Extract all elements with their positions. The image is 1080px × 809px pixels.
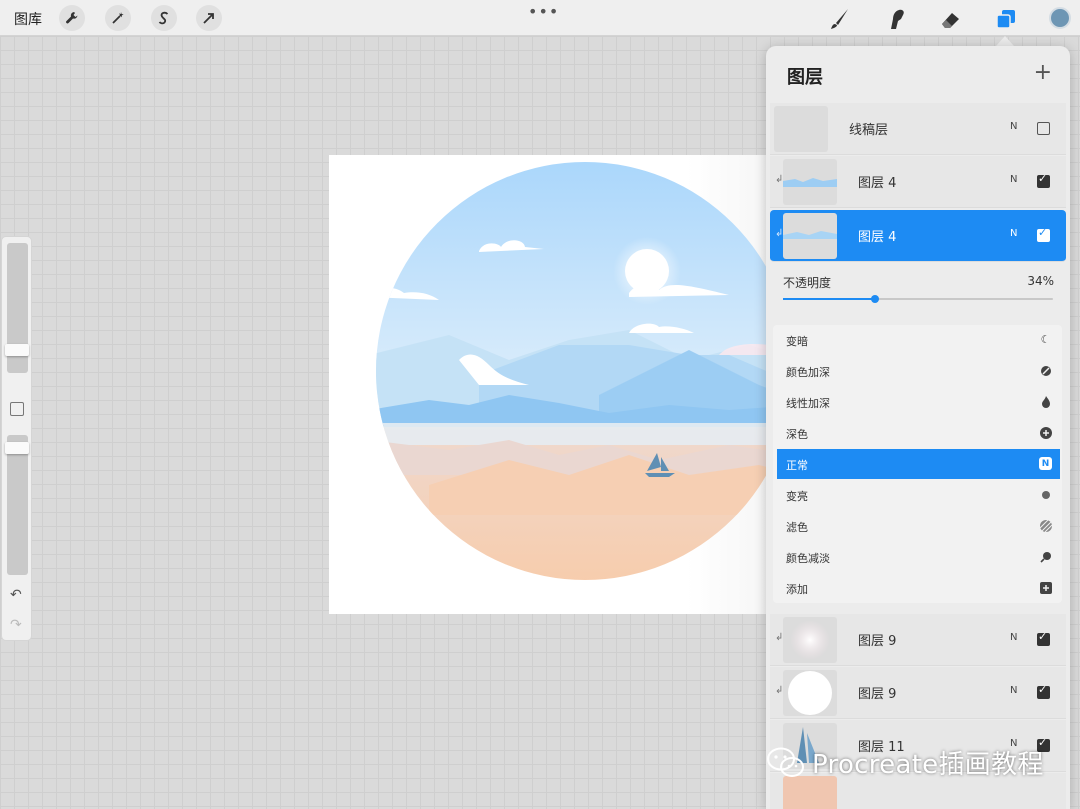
gallery-button[interactable]: 图库 xyxy=(14,9,42,29)
visibility-checkbox[interactable] xyxy=(1037,122,1050,135)
selection-s-icon[interactable] xyxy=(151,5,177,31)
layer-thumbnail xyxy=(774,106,828,152)
add-layer-button[interactable]: + xyxy=(1034,60,1052,85)
watermark-text: Procreate插画教程 xyxy=(812,750,1044,780)
blend-mode-label: 变亮 xyxy=(786,490,808,503)
layer-blend-mode[interactable]: N xyxy=(1010,174,1017,185)
plus-square-icon xyxy=(1039,581,1052,594)
modify-button[interactable] xyxy=(10,402,24,416)
layer-name: 图层 4 xyxy=(858,176,897,191)
layers-panel: 图层 + 线稿层 N ↲ 图层 4 N ↲ 图层 4 N 不透明度 34% 变暗 xyxy=(766,46,1070,809)
flame-icon xyxy=(1039,395,1052,408)
watermark: Procreate插画教程 xyxy=(766,744,1044,781)
actions-wrench-icon[interactable] xyxy=(59,5,85,31)
layer-name: 图层 9 xyxy=(858,634,897,649)
transform-arrow-icon[interactable] xyxy=(196,5,222,31)
layer-row[interactable]: ↲ 图层 9 N xyxy=(770,614,1066,666)
opacity-handle[interactable] xyxy=(5,442,29,454)
layer-blend-mode[interactable]: N xyxy=(1010,632,1017,643)
layer-row[interactable]: ↲ 图层 9 N xyxy=(770,667,1066,719)
eraser-icon[interactable] xyxy=(937,5,965,33)
layer-row[interactable]: ↲ 图层 4 N xyxy=(770,156,1066,208)
visibility-checkbox[interactable] xyxy=(1037,683,1050,699)
left-sidebar: ↶ ↷ xyxy=(1,236,32,641)
blend-mode-label: 正常 xyxy=(786,459,808,472)
blend-mode-item[interactable]: 添加 xyxy=(777,573,1060,603)
smudge-icon[interactable] xyxy=(883,5,911,33)
n-icon: N xyxy=(1039,457,1052,470)
blend-mode-label: 滤色 xyxy=(786,521,808,534)
blend-mode-label: 线性加深 xyxy=(786,397,830,410)
blend-mode-label: 深色 xyxy=(786,428,808,441)
top-toolbar: 图库 ••• xyxy=(0,0,1080,36)
artwork-canvas[interactable] xyxy=(329,155,799,614)
undo-icon[interactable]: ↶ xyxy=(10,587,22,603)
landscape-illustration xyxy=(376,162,794,580)
blend-mode-label: 变暗 xyxy=(786,335,808,348)
opacity-slider[interactable] xyxy=(783,295,1053,303)
burn-icon xyxy=(1039,364,1052,377)
layers-popover-caret xyxy=(996,36,1014,46)
layers-icon[interactable] xyxy=(992,5,1020,33)
blend-mode-item-active[interactable]: 正常 N xyxy=(777,449,1060,479)
dodge-icon xyxy=(1039,550,1052,563)
more-dots-icon[interactable]: ••• xyxy=(528,2,559,21)
redo-icon[interactable]: ↷ xyxy=(10,617,22,633)
blend-mode-item[interactable]: 变暗 ☾ xyxy=(777,325,1060,355)
layer-row[interactable]: 线稿层 N xyxy=(770,103,1066,155)
sun-icon xyxy=(1039,488,1052,501)
blend-mode-item[interactable]: 颜色加深 xyxy=(777,356,1060,386)
layer-thumbnail xyxy=(783,213,837,259)
layer-blend-mode[interactable]: N xyxy=(1010,228,1017,239)
panel-title: 图层 xyxy=(787,67,823,88)
blend-mode-item[interactable]: 深色 xyxy=(777,418,1060,448)
layer-row-selected[interactable]: ↲ 图层 4 N xyxy=(770,210,1066,262)
blend-mode-item[interactable]: 滤色 xyxy=(777,511,1060,541)
layer-blend-mode[interactable]: N xyxy=(1010,121,1017,132)
blend-mode-label: 颜色减淡 xyxy=(786,552,830,565)
blend-mode-list: 变暗 ☾ 颜色加深 线性加深 深色 正常 N 变亮 滤色 颜色减淡 添加 xyxy=(773,325,1062,603)
plus-circle-icon xyxy=(1039,426,1052,439)
blend-mode-item[interactable]: 线性加深 xyxy=(777,387,1060,417)
brush-size-handle[interactable] xyxy=(5,344,29,356)
moon-icon: ☾ xyxy=(1040,333,1051,346)
hatch-icon xyxy=(1039,519,1052,532)
blend-mode-label: 添加 xyxy=(786,583,808,596)
layer-thumbnail xyxy=(783,670,837,716)
blend-mode-label: 颜色加深 xyxy=(786,366,830,379)
opacity-value: 34% xyxy=(1027,274,1054,288)
layer-thumbnail xyxy=(783,617,837,663)
adjustments-wand-icon[interactable] xyxy=(105,5,131,31)
color-picker-swatch[interactable] xyxy=(1049,7,1071,29)
blend-mode-item[interactable]: 颜色减淡 xyxy=(777,542,1060,572)
opacity-slider-knob[interactable] xyxy=(870,295,879,303)
visibility-checkbox[interactable] xyxy=(1037,630,1050,646)
opacity-label: 不透明度 xyxy=(783,276,832,290)
blend-mode-item[interactable]: 变亮 xyxy=(777,480,1060,510)
brush-icon[interactable] xyxy=(826,5,854,33)
layer-thumbnail xyxy=(783,159,837,205)
layer-name: 图层 4 xyxy=(858,230,897,245)
layer-blend-mode[interactable]: N xyxy=(1010,685,1017,696)
opacity-slider-fill xyxy=(783,298,875,300)
wechat-icon xyxy=(767,747,804,777)
visibility-checkbox[interactable] xyxy=(1037,226,1050,242)
layer-name: 图层 9 xyxy=(858,687,897,702)
visibility-checkbox[interactable] xyxy=(1037,172,1050,188)
layer-name: 线稿层 xyxy=(849,123,889,138)
opacity-slider[interactable] xyxy=(7,435,28,575)
